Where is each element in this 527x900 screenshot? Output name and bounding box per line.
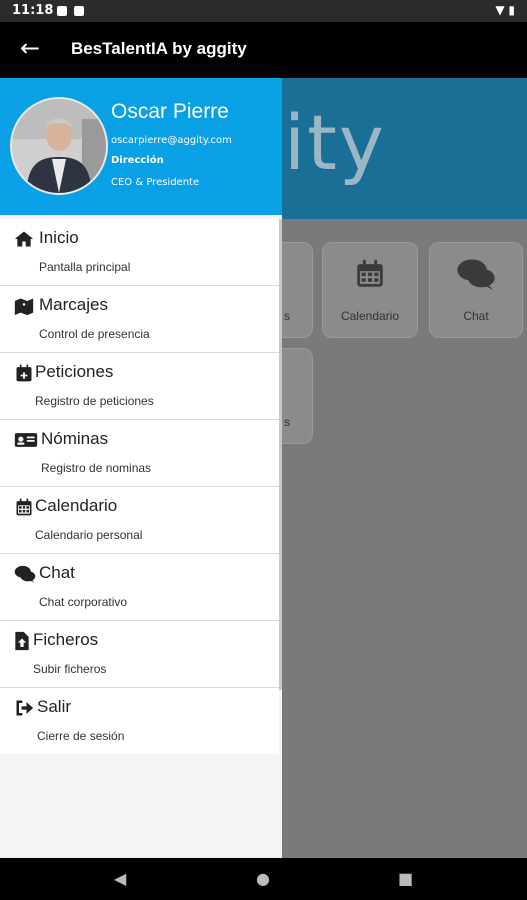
chat-icon — [14, 565, 36, 583]
tile-label: Chat — [463, 309, 489, 323]
chat-icon — [430, 257, 522, 299]
back-triangle-icon[interactable]: ◀ — [114, 869, 126, 889]
tile-label: s — [284, 309, 290, 323]
menu-item-sublabel: Pantalla principal — [39, 260, 131, 274]
tile-label: s — [284, 415, 290, 429]
profile-name: Oscar Pierre — [111, 100, 229, 123]
calendar-plus-icon — [16, 364, 32, 382]
menu-item-label: Peticiones — [35, 362, 114, 381]
recents-square-icon[interactable]: ■ — [398, 869, 413, 889]
status-time: 11:18 — [12, 3, 54, 18]
menu-item-marcajes[interactable]: Marcajes Control de presencia — [0, 286, 279, 353]
home-circle-icon[interactable]: ● — [256, 869, 270, 889]
profile-email: oscarpierre@aggity.com — [111, 135, 232, 146]
menu-item-sublabel: Chat corporativo — [39, 595, 128, 609]
menu-item-label: Nóminas — [41, 429, 109, 448]
menu-item-sublabel: Registro de peticiones — [35, 394, 154, 408]
drawer-menu: Inicio Pantalla principal Marcajes Contr… — [0, 219, 279, 754]
app-bar: ← BesTalentIA by aggity — [0, 22, 527, 78]
system-navigation-bar: ◀ ● ■ — [0, 858, 527, 900]
navigation-drawer: Oscar Pierre oscarpierre@aggity.com Dire… — [0, 78, 282, 858]
app-title: BesTalentIA by aggity — [71, 39, 247, 58]
profile-header: Oscar Pierre oscarpierre@aggity.com Dire… — [0, 78, 282, 215]
menu-item-inicio[interactable]: Inicio Pantalla principal — [0, 219, 279, 286]
menu-item-sublabel: Cierre de sesión — [37, 729, 125, 743]
wifi-icon: ▼ — [495, 3, 505, 17]
calendar-icon — [323, 257, 417, 299]
menu-item-peticiones[interactable]: Peticiones Registro de peticiones — [0, 353, 279, 420]
status-bar: 11:18 ▼ ▮ — [0, 0, 527, 22]
sign-out-icon — [16, 700, 34, 716]
profile-role: CEO & Presidente — [111, 177, 200, 188]
menu-item-label: Salir — [37, 697, 72, 716]
menu-item-chat[interactable]: Chat Chat corporativo — [0, 554, 279, 621]
calendar-icon — [16, 498, 32, 516]
status-right: ▼ ▮ — [495, 3, 515, 17]
menu-item-sublabel: Subir ficheros — [33, 662, 107, 676]
id-card-icon — [14, 433, 38, 447]
menu-item-calendario[interactable]: Calendario Calendario personal — [0, 487, 279, 554]
menu-item-sublabel: Calendario personal — [35, 528, 143, 542]
notification-icon — [57, 6, 67, 16]
background-logo: ity — [284, 98, 386, 187]
menu-item-label: Chat — [39, 563, 75, 582]
menu-item-label: Calendario — [35, 496, 118, 515]
menu-item-sublabel: Control de presencia — [39, 327, 150, 341]
menu-item-ficheros[interactable]: Ficheros Subir ficheros — [0, 621, 279, 688]
battery-icon: ▮ — [508, 3, 515, 17]
file-upload-icon — [15, 631, 29, 651]
background-tile-calendar: Calendario — [322, 242, 418, 338]
tile-label: Calendario — [340, 309, 400, 323]
menu-item-label: Inicio — [39, 228, 79, 247]
profile-department: Dirección — [111, 155, 164, 166]
menu-item-label: Ficheros — [33, 630, 99, 649]
background-tile-chat: Chat — [429, 242, 523, 338]
home-icon — [14, 231, 34, 247]
sd-card-icon — [74, 6, 84, 16]
menu-item-label: Marcajes — [39, 295, 108, 314]
back-arrow-icon[interactable]: ← — [20, 34, 40, 62]
menu-item-sublabel: Registro de nominas — [41, 461, 152, 475]
menu-item-nominas[interactable]: Nóminas Registro de nominas — [0, 420, 279, 487]
avatar[interactable] — [10, 97, 108, 195]
menu-item-salir[interactable]: Salir Cierre de sesión — [0, 688, 279, 754]
map-marker-icon — [14, 298, 34, 316]
drawer-scrollbar[interactable] — [279, 219, 282, 690]
